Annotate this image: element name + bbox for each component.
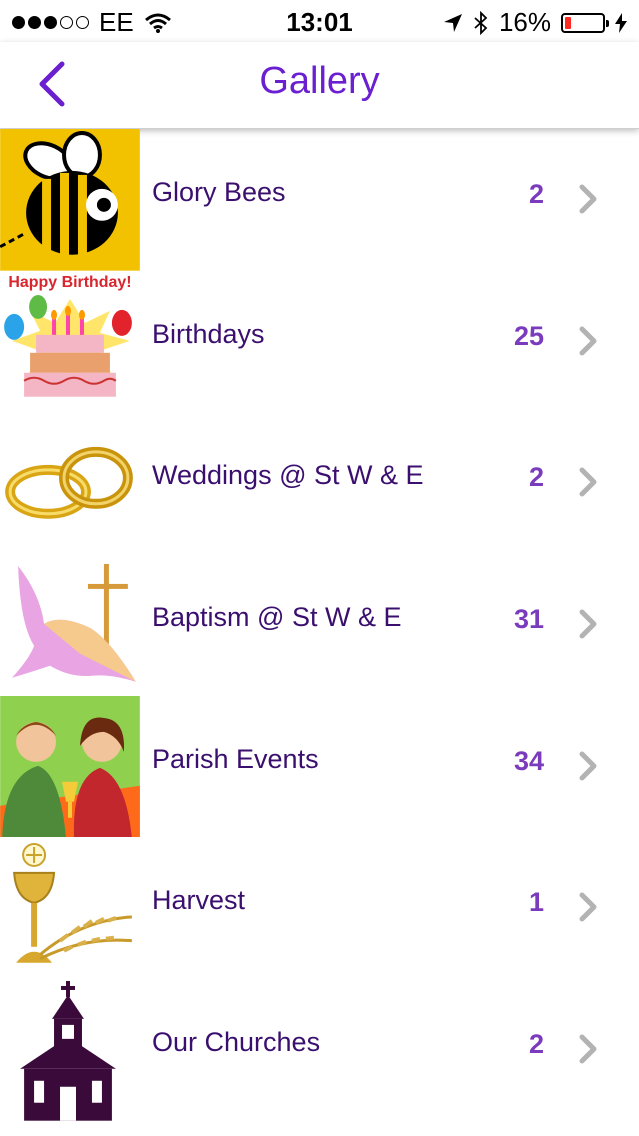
gallery-item-label: Glory Bees	[152, 177, 286, 207]
chevron-right-icon	[579, 326, 597, 356]
people-toasting-icon	[0, 695, 140, 838]
gallery-item-our-churches[interactable]: Our Churches 2	[0, 979, 639, 1121]
navigation-bar: Gallery	[0, 42, 639, 129]
page-title: Gallery	[259, 60, 380, 102]
chevron-right-icon	[579, 751, 597, 781]
chalice-wheat-icon	[0, 837, 140, 980]
gallery-item-count: 1	[528, 887, 544, 918]
status-right-group: 16%	[443, 7, 627, 38]
gallery-item-count: 31	[513, 604, 544, 635]
status-bar: EE 13:01 16%	[0, 0, 639, 42]
gallery-item-label: Harvest	[152, 885, 246, 916]
bluetooth-icon	[474, 10, 488, 35]
gallery-item-count: 2	[528, 462, 544, 493]
bee-icon	[0, 129, 140, 271]
gallery-item-harvest[interactable]: Harvest 1	[0, 837, 639, 980]
gallery-item-count: 2	[528, 179, 544, 209]
gallery-item-count: 25	[513, 320, 544, 351]
wedding-rings-icon	[0, 412, 140, 555]
gallery-item-parish-events[interactable]: Parish Events 34	[0, 695, 639, 838]
birthday-cake-icon: Happy Birthday!	[0, 270, 140, 413]
gallery-item-label: Parish Events	[152, 743, 319, 774]
gallery-item-label: Birthdays	[152, 318, 265, 349]
thumb-caption: Happy Birthday!	[8, 274, 131, 291]
church-icon	[0, 979, 140, 1121]
gallery-item-baptism[interactable]: Baptism @ St W & E 31	[0, 554, 639, 696]
gallery-item-glory-bees[interactable]: Glory Bees 2	[0, 129, 639, 271]
gallery-item-label: Weddings @ St W & E	[152, 460, 424, 491]
chevron-right-icon	[579, 892, 597, 922]
gallery-list: Glory Bees 2 Happy Birthday! Birthdays 2	[0, 129, 639, 1121]
gallery-item-label: Our Churches	[152, 1027, 321, 1058]
dove-cross-icon	[0, 554, 140, 696]
chevron-right-icon	[579, 184, 597, 214]
battery-percent: 16%	[498, 7, 551, 37]
chevron-right-icon	[579, 609, 597, 639]
battery-icon	[561, 12, 609, 33]
gallery-item-label: Baptism @ St W & E	[152, 602, 402, 633]
chevron-right-icon	[579, 467, 597, 497]
gallery-item-count: 34	[513, 745, 544, 776]
chevron-right-icon	[579, 1034, 597, 1064]
gallery-item-count: 2	[528, 1029, 544, 1060]
gallery-item-birthdays[interactable]: Happy Birthday! Birthdays 25	[0, 270, 639, 413]
charging-bolt-icon	[615, 12, 627, 33]
location-arrow-icon	[443, 13, 462, 32]
gallery-item-weddings[interactable]: Weddings @ St W & E 2	[0, 412, 639, 555]
